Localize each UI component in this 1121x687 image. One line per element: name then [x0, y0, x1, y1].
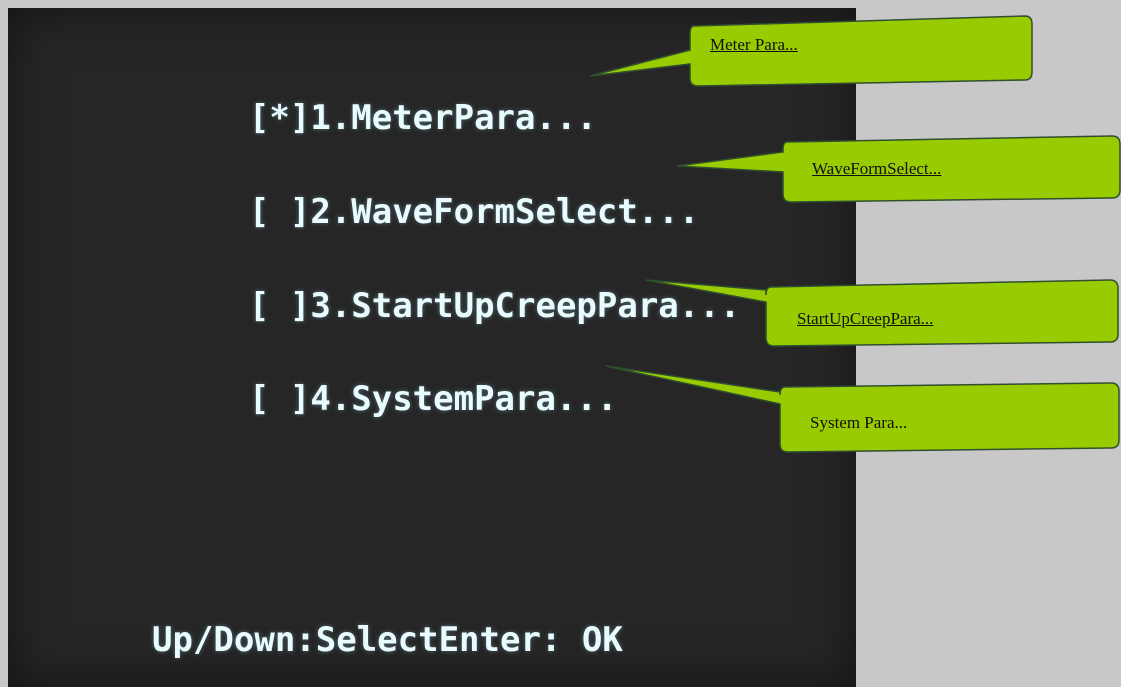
callout-layer: [589, 15, 1121, 453]
callout-label-system-para: System Para...: [810, 413, 908, 432]
callout-label-waveform-select: WaveFormSelect...: [812, 159, 942, 178]
callout-meter-para: [589, 15, 1033, 87]
callout-bubble: [589, 15, 1033, 87]
callout-bubble: [605, 365, 1120, 453]
device-screenshot: [*]1.MeterPara... [ ]2.WaveFormSelect...…: [0, 0, 1121, 687]
callout-label-startup-creep-para: StartUpCreepPara...: [797, 309, 934, 328]
callout-label-meter-para: Meter Para...: [710, 35, 798, 54]
callout-system-para: [605, 365, 1120, 453]
